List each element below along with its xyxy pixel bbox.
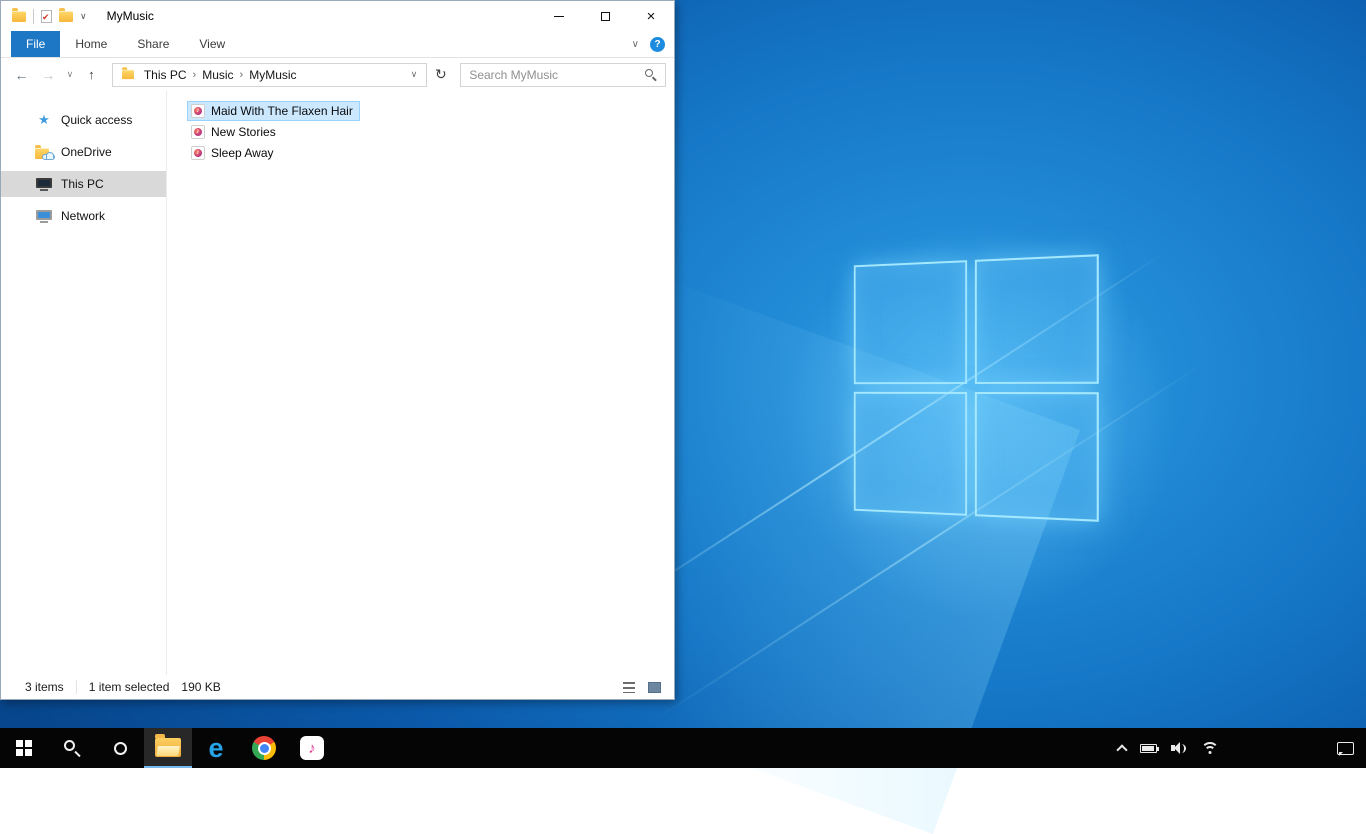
status-item-count: 3 items: [25, 680, 76, 694]
star-icon: [35, 112, 53, 128]
close-button[interactable]: ×: [628, 1, 674, 31]
forward-button[interactable]: →: [36, 62, 61, 87]
taskbar-search-button[interactable]: [48, 728, 96, 768]
start-button[interactable]: [0, 728, 48, 768]
file-row[interactable]: Sleep Away: [187, 143, 281, 163]
large-icons-view-icon: [648, 682, 661, 693]
tab-home[interactable]: Home: [60, 31, 122, 57]
music-file-icon: [191, 104, 205, 118]
status-size: 190 KB: [181, 680, 232, 694]
address-folder-icon: [122, 70, 134, 79]
properties-icon[interactable]: [41, 10, 52, 23]
large-icons-view-button[interactable]: [644, 677, 664, 697]
breadcrumb-music[interactable]: Music: [196, 68, 239, 82]
cortana-button[interactable]: [96, 728, 144, 768]
status-bar: 3 items 1 item selected 190 KB: [1, 675, 674, 699]
windows-logo: [854, 254, 1099, 522]
maximize-icon: [601, 12, 610, 21]
file-explorer-icon: [155, 738, 181, 757]
window-title: MyMusic: [107, 9, 154, 23]
edge-icon: e: [208, 735, 223, 762]
details-view-icon: [623, 682, 635, 693]
tab-file[interactable]: File: [11, 31, 60, 57]
new-folder-icon[interactable]: [59, 11, 73, 22]
windows-logo-pane: [854, 392, 967, 516]
tab-view[interactable]: View: [184, 31, 240, 57]
sidebar-item-label: Quick access: [61, 113, 132, 127]
file-name: Maid With The Flaxen Hair: [211, 104, 353, 118]
windows-logo-pane: [975, 392, 1099, 522]
windows-logo-pane: [854, 260, 967, 384]
tab-share[interactable]: Share: [122, 31, 184, 57]
window-content: Quick access OneDrive This PC Network: [1, 91, 674, 675]
navigation-pane: Quick access OneDrive This PC Network: [1, 91, 167, 675]
network-icon: [35, 210, 53, 223]
sidebar-item-this-pc[interactable]: This PC: [1, 171, 166, 197]
windows-start-icon: [16, 740, 32, 756]
taskbar-edge-button[interactable]: e: [192, 728, 240, 768]
search-icon: [63, 739, 81, 757]
refresh-button[interactable]: ↻: [429, 63, 452, 87]
onedrive-icon: [35, 146, 53, 159]
system-tray: [1118, 728, 1366, 768]
address-bar-row: ← → ∨ ↑ This PC › Music › MyMusic ∨ ↻: [1, 58, 674, 91]
breadcrumb-this-pc[interactable]: This PC: [138, 68, 193, 82]
music-file-icon: [191, 125, 205, 139]
taskbar-itunes-button[interactable]: ♪: [288, 728, 336, 768]
sidebar-item-label: This PC: [61, 177, 104, 191]
maximize-button[interactable]: [582, 1, 628, 31]
qat-separator: [33, 9, 34, 24]
search-box: [460, 63, 666, 87]
status-separator: [76, 680, 77, 694]
sidebar-item-label: Network: [61, 209, 105, 223]
file-row[interactable]: New Stories: [187, 122, 283, 142]
music-file-icon: [191, 146, 205, 160]
details-view-button[interactable]: [619, 677, 639, 697]
sidebar-item-label: OneDrive: [61, 145, 112, 159]
taskbar-file-explorer-button[interactable]: [144, 728, 192, 768]
sidebar-item-network[interactable]: Network: [1, 203, 166, 229]
battery-icon[interactable]: [1140, 744, 1157, 753]
search-input[interactable]: [469, 68, 638, 82]
qat-dropdown-icon[interactable]: ∨: [80, 11, 87, 22]
address-dropdown-icon[interactable]: ∨: [407, 69, 422, 80]
cortana-icon: [114, 742, 127, 755]
titlebar[interactable]: ∨ MyMusic ×: [1, 1, 674, 31]
sidebar-item-onedrive[interactable]: OneDrive: [1, 139, 166, 165]
file-name: Sleep Away: [211, 146, 274, 160]
recent-locations-icon[interactable]: ∨: [63, 62, 77, 87]
close-icon: ×: [647, 9, 656, 24]
file-explorer-window: ∨ MyMusic × File Home Share View ∨ ? ← →…: [0, 0, 675, 700]
tray-expand-icon[interactable]: [1116, 744, 1127, 755]
taskbar: e ♪: [0, 728, 1366, 768]
taskbar-chrome-button[interactable]: [240, 728, 288, 768]
ribbon-tabs: File Home Share View ∨ ?: [1, 31, 674, 58]
computer-icon: [35, 178, 53, 191]
windows-logo-pane: [975, 254, 1099, 384]
minimize-button[interactable]: [536, 1, 582, 31]
itunes-icon: ♪: [300, 736, 324, 760]
status-selection: 1 item selected: [89, 680, 182, 694]
file-list[interactable]: Maid With The Flaxen Hair New Stories Sl…: [167, 91, 674, 675]
back-button[interactable]: ←: [9, 62, 34, 87]
window-folder-icon: [12, 11, 26, 22]
chrome-icon: [252, 736, 276, 760]
breadcrumb-mymusic[interactable]: MyMusic: [243, 68, 302, 82]
minimize-icon: [554, 16, 564, 17]
help-icon[interactable]: ?: [650, 37, 665, 52]
window-controls: ×: [536, 1, 674, 31]
search-icon[interactable]: [644, 68, 657, 81]
file-name: New Stories: [211, 125, 276, 139]
address-bar[interactable]: This PC › Music › MyMusic ∨: [112, 63, 428, 87]
sidebar-item-quick-access[interactable]: Quick access: [1, 107, 166, 133]
ribbon-collapse-icon[interactable]: ∨: [632, 39, 639, 50]
network-wifi-icon[interactable]: [1201, 742, 1219, 755]
volume-icon[interactable]: [1171, 742, 1187, 754]
action-center-icon[interactable]: [1337, 742, 1354, 755]
file-row[interactable]: Maid With The Flaxen Hair: [187, 101, 360, 121]
up-button[interactable]: ↑: [79, 62, 104, 87]
